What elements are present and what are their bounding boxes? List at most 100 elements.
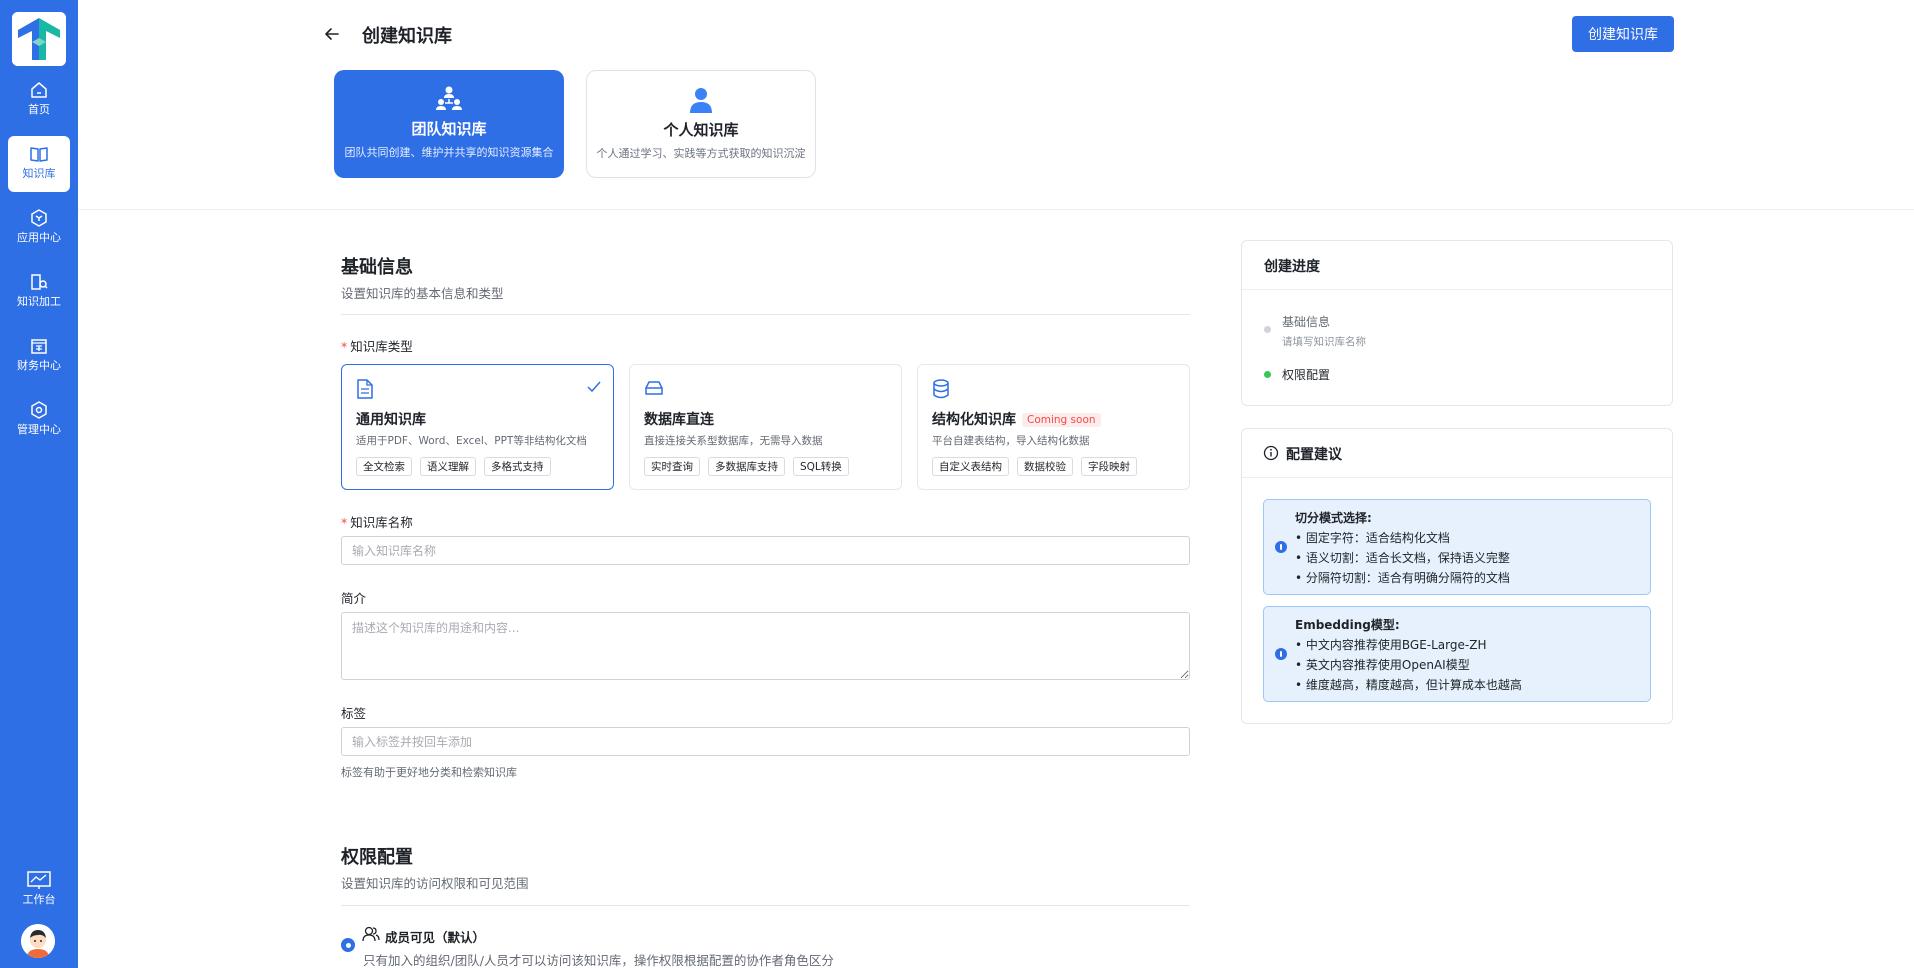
- user-avatar[interactable]: [21, 924, 55, 958]
- step-status-dot: [1264, 371, 1271, 378]
- feature-tag: SQL转换: [793, 457, 849, 476]
- permission-option-title: 成员可见（默认）: [385, 930, 486, 945]
- type-card-desc: 直接连接关系型数据库，无需导入数据: [644, 435, 823, 447]
- progress-step-basic-sub: 请填写知识库名称: [1282, 336, 1366, 348]
- info-dot-icon: [1275, 541, 1287, 553]
- sidebar-item-label: 知识库: [22, 167, 56, 180]
- feature-tag: 多格式支持: [484, 457, 551, 476]
- progress-panel-title: 创建进度: [1264, 259, 1320, 275]
- basic-section-subtitle: 设置知识库的基本信息和类型: [341, 286, 504, 301]
- sidebar-item-admin[interactable]: 管理中心: [8, 392, 70, 448]
- sidebar-item-app-center[interactable]: 应用中心: [8, 200, 70, 256]
- feature-tag: 实时查询: [644, 457, 700, 476]
- name-input[interactable]: [341, 536, 1190, 565]
- type-card-title: 结构化知识库 Coming soon: [932, 409, 1101, 429]
- feature-tag: 语义理解: [420, 457, 476, 476]
- drive-icon: [645, 381, 663, 395]
- panel-divider: [1242, 289, 1672, 290]
- scope-card-desc: 个人通过学习、实践等方式获取的知识沉淀: [596, 147, 806, 160]
- progress-step-permission: 权限配置: [1282, 368, 1331, 382]
- feature-tag: 数据校验: [1017, 457, 1073, 476]
- permission-radio-members[interactable]: [341, 938, 355, 952]
- info-dot-icon: [1275, 648, 1287, 660]
- type-card-database[interactable]: 数据库直连 直接连接关系型数据库，无需导入数据 实时查询 多数据库支持 SQL转换: [629, 364, 902, 490]
- settings-icon: [31, 401, 47, 419]
- scope-card-personal[interactable]: 个人知识库 个人通过学习、实践等方式获取的知识沉淀: [586, 70, 816, 178]
- scope-card-title: 团队知识库: [411, 120, 487, 138]
- home-icon: [31, 82, 47, 98]
- tip-line: • 中文内容推荐使用BGE-Large-ZH: [1295, 638, 1487, 652]
- tip-line: • 固定字符：适合结构化文档: [1295, 531, 1450, 545]
- cube-icon: [31, 209, 47, 227]
- arrow-left-icon: [325, 28, 339, 40]
- permission-section-title: 权限配置: [341, 847, 413, 868]
- sidebar-item-label: 工作台: [22, 893, 56, 906]
- progress-step-basic: 基础信息: [1282, 315, 1331, 329]
- permission-section-subtitle: 设置知识库的访问权限和可见范围: [341, 876, 529, 891]
- type-card-title: 通用知识库: [356, 412, 426, 428]
- section-divider: [341, 314, 1190, 315]
- sidebar-item-label: 财务中心: [17, 359, 61, 372]
- type-card-title: 数据库直连: [644, 412, 714, 428]
- app-logo[interactable]: [12, 12, 66, 66]
- members-icon: [362, 926, 380, 942]
- sidebar-item-finance[interactable]: 财务中心: [8, 328, 70, 384]
- back-button[interactable]: [322, 24, 346, 44]
- intro-textarea[interactable]: [341, 612, 1190, 680]
- type-card-structured[interactable]: 结构化知识库 Coming soon 平台自建表结构，导入结构化数据 自定义表结构…: [917, 364, 1190, 490]
- sidebar-item-processing[interactable]: 知识加工: [8, 264, 70, 320]
- tip-line: • 维度越高，精度越高，但计算成本也越高: [1295, 678, 1522, 692]
- sidebar-item-label: 知识加工: [17, 295, 61, 308]
- tip-line: • 分隔符切割：适合有明确分隔符的文档: [1295, 571, 1510, 585]
- team-icon: [436, 86, 462, 110]
- advice-panel-title: 配置建议: [1286, 447, 1342, 463]
- create-knowledge-base-button[interactable]: 创建知识库: [1572, 16, 1674, 52]
- tip-line: • 语义切割：适合长文档，保持语义完整: [1295, 551, 1510, 565]
- tip-title: 切分模式选择:: [1295, 511, 1372, 525]
- tip-line: • 英文内容推荐使用OpenAI模型: [1295, 658, 1470, 672]
- permission-option-desc: 只有加入的组织/团队/人员才可以访问该知识库，操作权限根据配置的协作者角色区分: [363, 953, 834, 968]
- name-label-text: 知识库名称: [350, 515, 413, 530]
- type-card-desc: 平台自建表结构，导入结构化数据: [932, 435, 1090, 447]
- sidebar-item-label: 管理中心: [17, 423, 61, 436]
- required-mark: *: [341, 515, 348, 530]
- person-icon: [690, 88, 712, 113]
- feature-tag: 多数据库支持: [708, 457, 785, 476]
- tags-field-label: 标签: [341, 706, 367, 721]
- tags-hint: 标签有助于更好地分类和检索知识库: [341, 766, 517, 779]
- advice-panel: 配置建议 切分模式选择: • 固定字符：适合结构化文档 • 语义切割：适合长文档…: [1241, 428, 1673, 724]
- progress-panel: 创建进度 基础信息 请填写知识库名称 权限配置: [1241, 240, 1673, 406]
- document-icon: [357, 379, 373, 399]
- sidebar-item-label: 应用中心: [17, 231, 61, 244]
- sidebar-item-home[interactable]: 首页: [8, 72, 70, 128]
- sidebar: 首页 知识库 应用中心 知识加工 财务中心 管理中心 工作台: [0, 0, 78, 968]
- step-status-dot: [1264, 326, 1271, 333]
- sidebar-item-workbench[interactable]: 工作台: [8, 862, 70, 918]
- type-card-general[interactable]: 通用知识库 适用于PDF、Word、Excel、PPT等非结构化文档 全文检索语…: [341, 364, 614, 490]
- tags-input[interactable]: [341, 727, 1190, 756]
- page-title: 创建知识库: [362, 26, 452, 47]
- intro-field-label: 简介: [341, 591, 367, 606]
- tip-title: Embedding模型:: [1295, 618, 1400, 632]
- document-search-icon: [31, 274, 48, 290]
- panel-divider: [1242, 477, 1672, 478]
- tip-card-split: 切分模式选择: • 固定字符：适合结构化文档 • 语义切割：适合长文档，保持语义…: [1263, 499, 1651, 595]
- tip-card-embedding: Embedding模型: • 中文内容推荐使用BGE-Large-ZH • 英文…: [1263, 606, 1651, 702]
- scope-card-desc: 团队共同创建、维护并共享的知识资源集合: [344, 146, 554, 159]
- sidebar-item-label: 首页: [28, 103, 50, 116]
- check-icon: [587, 381, 601, 393]
- header-divider: [78, 209, 1914, 210]
- info-icon: [1263, 445, 1279, 461]
- sidebar-item-knowledge[interactable]: 知识库: [8, 136, 70, 192]
- database-icon: [933, 379, 949, 399]
- required-mark: *: [341, 339, 348, 354]
- basic-section-title: 基础信息: [341, 257, 413, 278]
- scope-card-title: 个人知识库: [663, 121, 739, 139]
- book-icon: [30, 147, 48, 162]
- type-card-title-text: 结构化知识库: [932, 412, 1016, 428]
- coming-soon-badge: Coming soon: [1022, 413, 1101, 427]
- scope-card-team[interactable]: 团队知识库 团队共同创建、维护并共享的知识资源集合: [334, 70, 564, 178]
- feature-tag: 字段映射: [1081, 457, 1137, 476]
- monitor-icon: [27, 871, 51, 889]
- name-field-label: * 知识库名称: [341, 512, 413, 531]
